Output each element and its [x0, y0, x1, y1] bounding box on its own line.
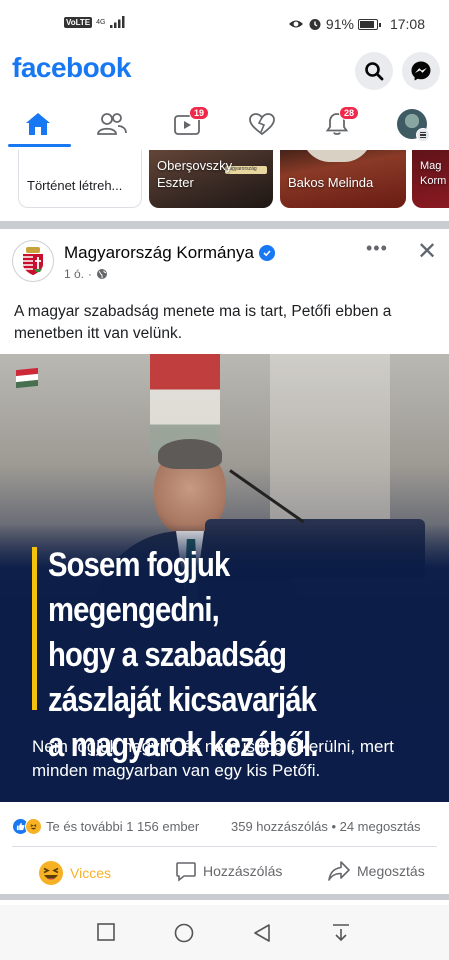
share-button[interactable]: Megosztás: [327, 860, 425, 882]
haha-icon: [39, 861, 63, 885]
watch-badge: 19: [189, 106, 210, 120]
reactions-summary: Te és további 1 156 ember 359 hozzászólá…: [0, 808, 449, 846]
search-button[interactable]: [355, 52, 393, 90]
tab-notifications[interactable]: 28: [307, 100, 367, 148]
tab-home[interactable]: [8, 100, 68, 148]
headline-line: zászlaját kicsavarják: [48, 681, 317, 719]
share-icon: [328, 861, 350, 881]
post-meta: 1 ó. ·: [64, 267, 108, 281]
volte-badge: VoLTE: [64, 16, 93, 28]
headline-accent-bar: [32, 547, 37, 710]
menu-avatar-icon: [397, 109, 430, 142]
story-card[interactable]: Magyarország Oberşovszky Eszter: [149, 150, 273, 208]
tab-menu[interactable]: [382, 100, 442, 148]
facebook-logo[interactable]: facebook: [12, 52, 131, 84]
comment-label: Hozzászólás: [203, 863, 283, 879]
battery-percent: 91%: [325, 16, 354, 32]
reaction-count[interactable]: Te és további 1 156 ember: [12, 818, 199, 835]
image-subtext: Nem fogjuk hagyni, és nem is fog sikerül…: [32, 737, 394, 780]
triangle-back-icon: [254, 924, 270, 942]
story-author: Bakos Melinda: [288, 175, 374, 190]
app-header: facebook: [0, 50, 449, 94]
page-name[interactable]: Magyarország Kormánya: [64, 243, 254, 263]
post-text: A magyar szabadság menete ma is tart, Pe…: [14, 303, 392, 342]
actions-divider: [12, 846, 437, 847]
globe-icon: [97, 269, 108, 279]
system-nav-bar: [0, 905, 449, 960]
post-actions: Vicces Hozzászólás Megosztás: [0, 852, 449, 892]
page-avatar[interactable]: [12, 240, 54, 282]
headline-line: Sosem fogjuk megengedni,: [48, 546, 230, 629]
circle-icon: [174, 923, 194, 943]
more-options-icon[interactable]: •••: [366, 238, 388, 259]
tab-watch[interactable]: 19: [157, 100, 217, 148]
story-author-line2: Korm: [420, 175, 447, 187]
battery-icon: [357, 18, 381, 30]
status-right: 91% 17:08: [288, 16, 425, 32]
stories-tray: Történet létreh... Magyarország Oberşovs…: [0, 150, 449, 210]
status-bar: VoLTE 4G 91% 17:08: [0, 0, 449, 50]
back-button[interactable]: [253, 923, 271, 948]
menu-lines-icon: [416, 128, 430, 142]
alarm-icon: [309, 19, 321, 30]
close-icon[interactable]: ✕: [417, 240, 437, 264]
comments-shares[interactable]: 359 hozzászólás • 24 megosztás: [231, 819, 421, 834]
share-label: Megosztás: [357, 863, 425, 879]
eye-icon: [288, 20, 303, 28]
story-cup-image: [302, 150, 372, 162]
tab-friends[interactable]: [82, 100, 142, 148]
network-label: 4G: [96, 18, 106, 26]
story-card[interactable]: Bakos Melinda: [280, 150, 406, 208]
hungarian-flag-icon: [16, 367, 38, 389]
square-icon: [97, 923, 115, 941]
signal-bars-icon: [109, 16, 124, 28]
story-author-line2: Eszter: [157, 175, 194, 190]
feed-divider: [0, 221, 449, 229]
verified-badge-icon: [259, 245, 275, 261]
pull-down-icon: [333, 924, 349, 942]
story-author-line1: Mag: [420, 160, 442, 172]
react-button[interactable]: Vicces: [38, 860, 111, 886]
recents-button[interactable]: [97, 923, 115, 946]
comment-button[interactable]: Hozzászólás: [175, 860, 282, 882]
friends-icon: [97, 113, 127, 135]
create-story-card[interactable]: Történet létreh...: [18, 150, 142, 208]
messenger-button[interactable]: [402, 52, 440, 90]
tab-bar: 19 28: [0, 100, 449, 148]
tab-dating[interactable]: [232, 100, 292, 148]
feed-divider: [0, 894, 449, 900]
notification-pulldown-button[interactable]: [332, 923, 350, 948]
reactions-text: Te és további 1 156 ember: [46, 819, 200, 834]
post-header: Magyarország Kormánya 1 ó. · ••• ✕: [0, 232, 449, 292]
messenger-icon: [411, 61, 431, 81]
home-button[interactable]: [174, 923, 194, 948]
dating-icon: [249, 113, 275, 136]
comment-icon: [176, 862, 196, 882]
story-card[interactable]: Mag Korm: [412, 150, 449, 208]
headline-line: hogy a szabadság: [48, 636, 287, 674]
react-label: Vicces: [70, 865, 111, 881]
search-icon: [365, 62, 384, 81]
home-icon: [26, 113, 50, 135]
notifications-badge: 28: [339, 106, 360, 120]
clock: 17:08: [389, 16, 425, 32]
story-author-line1: Oberşovszky: [157, 158, 233, 173]
active-tab-indicator: [8, 144, 71, 147]
coat-of-arms-icon: [23, 247, 43, 275]
signal-indicators: VoLTE 4G: [64, 16, 126, 28]
create-story-label: Történet létreh...: [27, 178, 123, 193]
post-time[interactable]: 1 ó.: [64, 267, 84, 281]
haha-reaction-icon: [25, 818, 42, 835]
meta-separator: ·: [88, 267, 93, 281]
